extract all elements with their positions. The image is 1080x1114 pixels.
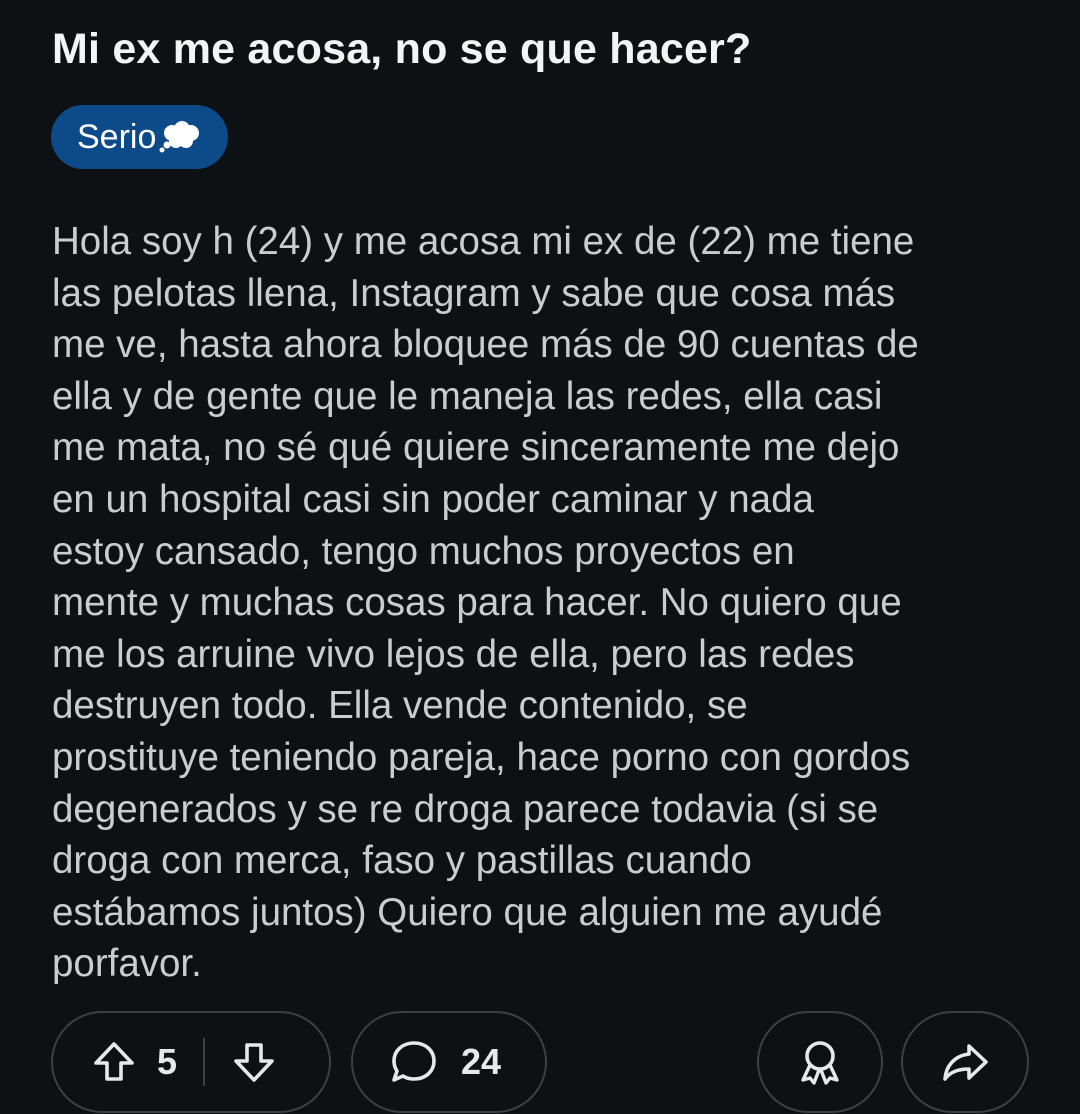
vote-score: 5 xyxy=(157,1041,178,1082)
arrow-down-icon[interactable] xyxy=(231,1039,277,1085)
post-flair[interactable]: Serio xyxy=(51,105,229,169)
thought-balloon-icon xyxy=(158,120,200,154)
vote-divider xyxy=(203,1038,206,1086)
share-arrow-icon xyxy=(940,1039,990,1085)
arrow-up-icon[interactable] xyxy=(91,1039,137,1085)
award-button[interactable] xyxy=(757,1011,883,1113)
flair-label: Serio xyxy=(77,118,157,156)
post-title: Mi ex me acosa, no se que hacer? xyxy=(52,25,752,73)
award-ribbon-icon xyxy=(795,1037,845,1087)
comment-count: 24 xyxy=(461,1041,502,1082)
speech-bubble-icon xyxy=(389,1038,439,1086)
post-body: Hola soy h (24) y me acosa mi ex de (22)… xyxy=(52,220,919,986)
vote-bar: 5 xyxy=(51,1011,331,1113)
comments-button[interactable]: 24 xyxy=(351,1011,547,1113)
post-detail: Mi ex me acosa, no se que hacer? Serio H… xyxy=(0,0,1080,1114)
share-button[interactable] xyxy=(901,1011,1029,1113)
